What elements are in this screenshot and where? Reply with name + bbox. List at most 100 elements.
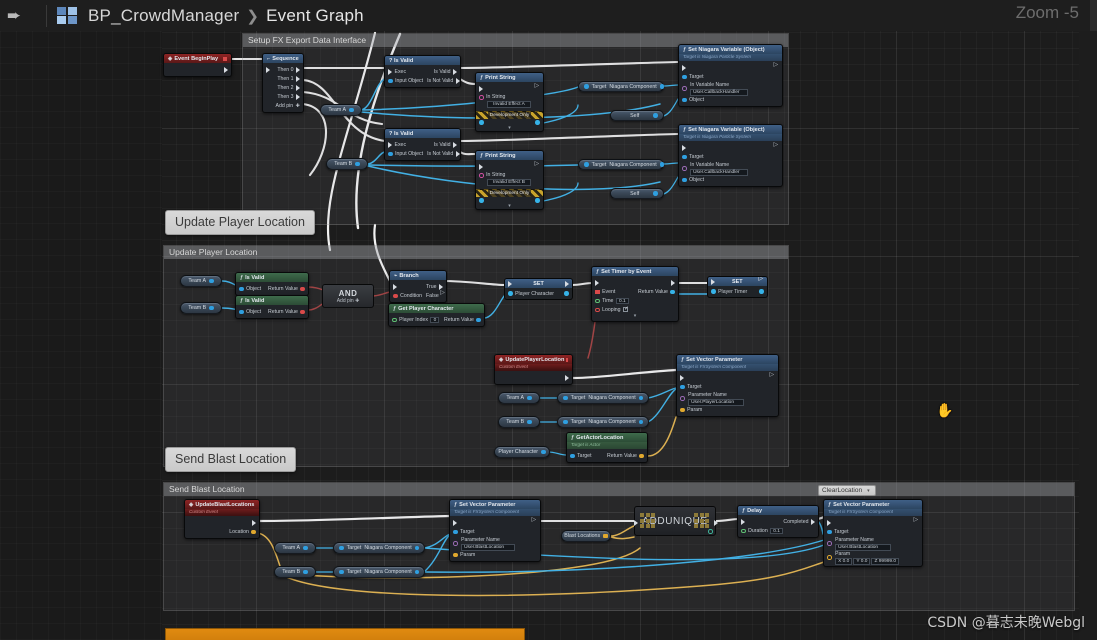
node-delay[interactable]: ƒ Delay Completed Duration 0.1 <box>737 505 819 539</box>
var-team-b-update2[interactable]: Team B <box>498 416 540 428</box>
in-string-input[interactable]: Invalid Effect A <box>487 101 531 108</box>
niagara-component-out-pin[interactable] <box>414 569 420 575</box>
node-update-player-location-event[interactable]: ◈ UpdatePlayerLocation Custom Event <box>494 354 573 386</box>
value-out-pin[interactable] <box>759 289 764 294</box>
var-team-b-setup[interactable]: Team B <box>326 158 368 170</box>
target-in-pin[interactable] <box>584 162 589 167</box>
value-in-pin[interactable] <box>711 289 716 294</box>
node-set-player-character[interactable]: SET Player Character <box>504 278 573 300</box>
niagara-component-out-pin[interactable] <box>659 84 665 89</box>
object-pin[interactable] <box>239 286 244 292</box>
parameter-name-pin[interactable] <box>453 541 458 547</box>
duration-pin[interactable] <box>741 528 746 534</box>
exec-in-pin[interactable] <box>827 519 831 526</box>
exec-out-pin[interactable] <box>224 66 228 73</box>
target-in-pin[interactable] <box>584 84 589 89</box>
exec-out-pin[interactable] <box>914 516 920 526</box>
param-pin[interactable] <box>453 552 458 558</box>
var-self-a[interactable]: Self <box>610 110 664 121</box>
team-a-out-pin[interactable] <box>349 107 354 113</box>
value-out-pin[interactable] <box>564 291 569 296</box>
target-pin[interactable] <box>827 529 832 535</box>
exec-out-pin[interactable] <box>774 141 780 151</box>
delegate-pin[interactable] <box>566 358 568 363</box>
player-index-pin[interactable] <box>392 317 397 323</box>
delegate-pin[interactable] <box>223 57 227 62</box>
node-set-timer-by-event[interactable]: ƒ Set Timer by Event Event Return Value … <box>591 266 679 323</box>
exec-out-pin[interactable] <box>774 61 780 71</box>
target-in-pin[interactable] <box>339 569 344 575</box>
node-print-string-b[interactable]: ƒ Print String In String Invalid Effect … <box>475 150 544 210</box>
node-sequence[interactable]: ⌐ Sequence Then 0 Then 1 Then 2 Then 3 A… <box>262 53 304 114</box>
var-self-b[interactable]: Self <box>610 188 664 199</box>
return-value-pin[interactable] <box>639 453 644 459</box>
extra-out-pin[interactable] <box>535 120 540 125</box>
var-team-a-update[interactable]: Team A <box>180 275 222 287</box>
var-niagara-component-blast-a[interactable]: Target Niagara Component <box>333 542 425 554</box>
clear-location-dropdown[interactable]: ClearLocation ▾ <box>818 485 876 496</box>
node-boolean-and[interactable]: AND Add pin ✚ <box>322 284 374 308</box>
exec-in-pin[interactable] <box>453 519 457 526</box>
plus-icon[interactable]: ✚ <box>296 103 300 109</box>
team-a-out-pin[interactable] <box>303 545 308 551</box>
target-pin[interactable] <box>682 74 687 80</box>
looping-checkbox[interactable] <box>623 306 629 313</box>
and-add-pin[interactable]: Add pin ✚ <box>337 298 360 304</box>
exec-in-pin[interactable] <box>479 163 483 170</box>
breadcrumb-blueprint-name[interactable]: BP_CrowdManager <box>88 6 239 26</box>
target-in-pin[interactable] <box>563 419 568 425</box>
node-update-blast-locations-event[interactable]: ◈ UpdateBlastLocations Custom Event Loca… <box>184 499 260 540</box>
then0-out-pin[interactable] <box>296 66 300 73</box>
extra-in-pin[interactable] <box>479 120 484 125</box>
niagara-component-out-pin[interactable] <box>638 395 644 401</box>
exec-in-pin[interactable] <box>680 374 684 381</box>
target-pin[interactable] <box>682 154 687 160</box>
exec-out-pin[interactable] <box>770 371 776 381</box>
var-blast-locations[interactable]: Blast Locations <box>561 530 611 542</box>
parameter-name-input[interactable]: User.BlastLocation <box>461 544 516 551</box>
node-get-actor-location[interactable]: ƒ GetActorLocation Target is Actor Targe… <box>566 432 648 464</box>
input-object-pin[interactable] <box>388 151 393 157</box>
event-delegate-pin[interactable] <box>595 289 600 295</box>
param-pin[interactable] <box>680 407 685 413</box>
target-pin[interactable] <box>453 529 458 535</box>
exec-in-pin[interactable] <box>595 279 599 286</box>
node-is-valid-pure-a[interactable]: ƒ Is Valid Object Return Value <box>235 272 309 297</box>
team-a-out-pin[interactable] <box>527 395 532 401</box>
exec-in-pin[interactable] <box>741 518 745 525</box>
time-input[interactable]: 0.1 <box>615 297 629 305</box>
in-string-input[interactable]: Invalid Effect B <box>487 179 531 186</box>
is-not-valid-out-pin[interactable] <box>455 77 460 84</box>
node-is-valid-b[interactable]: ? Is Valid Exec Is Valid Input Object Is… <box>384 128 461 162</box>
in-string-pin[interactable] <box>479 173 484 178</box>
var-player-character[interactable]: Player Character <box>494 446 550 458</box>
exec-in-pin[interactable] <box>682 144 686 151</box>
node-set-vector-parameter-player[interactable]: ƒ Set Vector Parameter Target is FXSyste… <box>676 354 779 418</box>
target-in-pin[interactable] <box>339 545 344 551</box>
team-b-out-pin[interactable] <box>527 419 532 425</box>
node-get-player-character[interactable]: ƒ Get Player Character Player Index 0 Re… <box>388 303 485 328</box>
expander-arrow-icon[interactable]: ▾ <box>476 203 543 209</box>
object-pin[interactable] <box>239 309 244 315</box>
exec-in-pin[interactable] <box>634 520 638 526</box>
node-set-player-timer[interactable]: SET Player Timer <box>707 276 768 298</box>
return-value-pin[interactable] <box>670 289 675 295</box>
var-niagara-component-update-a[interactable]: Target Niagara Component <box>557 392 649 404</box>
node-is-valid-pure-b[interactable]: ƒ Is Valid Object Return Value <box>235 295 309 320</box>
exec-in-pin[interactable] <box>479 85 483 92</box>
target-in-pin[interactable] <box>563 395 568 401</box>
exec-out-pin[interactable] <box>532 516 538 526</box>
parameter-name-pin[interactable] <box>827 541 832 547</box>
node-set-niagara-variable-b[interactable]: ƒ Set Niagara Variable (Object) Target i… <box>678 124 783 188</box>
extra-in-pin[interactable] <box>479 198 484 203</box>
extra-out-pin[interactable] <box>535 198 540 203</box>
parameter-name-pin[interactable] <box>680 396 685 402</box>
expander-arrow-icon[interactable]: ▾ <box>476 125 543 131</box>
condition-pin[interactable] <box>393 293 398 299</box>
in-variable-name-pin[interactable] <box>682 166 687 172</box>
var-niagara-component-update-b[interactable]: Target Niagara Component <box>557 416 649 428</box>
object-pin[interactable] <box>682 97 687 103</box>
expander-arrow-icon[interactable]: ▾ <box>592 314 678 319</box>
exec-out-pin[interactable] <box>535 160 541 170</box>
node-event-begin-play[interactable]: ◈ Event BeginPlay <box>163 53 232 78</box>
